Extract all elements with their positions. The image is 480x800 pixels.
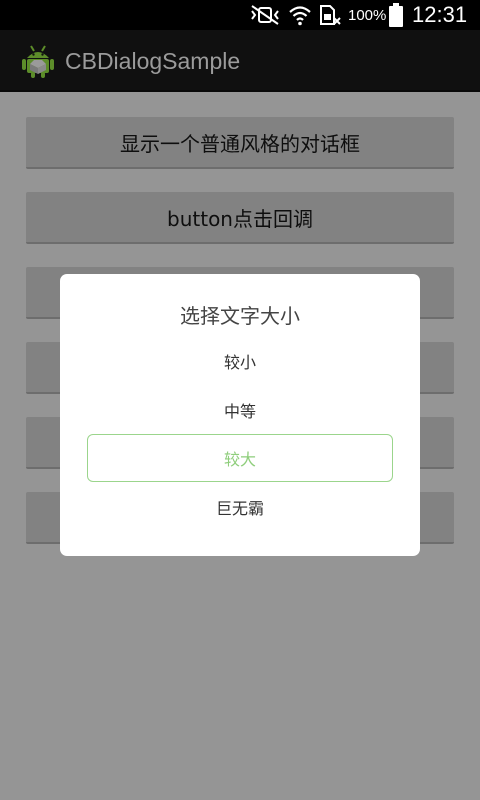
wifi-icon	[288, 0, 312, 30]
button-click-callback-button[interactable]: button点击回调	[26, 192, 454, 244]
dialog-title: 选择文字大小	[180, 304, 300, 328]
text-size-dialog: 选择文字大小 较小 中等 较大 巨无霸	[60, 274, 420, 556]
no-sim-icon	[318, 0, 342, 30]
option-large[interactable]: 较大	[87, 434, 393, 482]
status-time: 12:31	[412, 2, 468, 27]
battery-icon	[389, 0, 403, 30]
option-huge[interactable]: 巨无霸	[87, 483, 393, 531]
action-bar: CBDialogSample	[0, 30, 480, 92]
show-normal-dialog-button[interactable]: 显示一个普通风格的对话框	[26, 117, 454, 169]
option-small[interactable]: 较小	[87, 337, 393, 385]
status-bar: 100% 12:31	[0, 0, 480, 30]
battery-percent: 100%	[348, 6, 387, 24]
android-robot-icon	[20, 43, 56, 79]
app-title: CBDialogSample	[65, 47, 241, 74]
mute-vibrate-icon	[248, 0, 282, 30]
option-medium[interactable]: 中等	[87, 386, 393, 434]
